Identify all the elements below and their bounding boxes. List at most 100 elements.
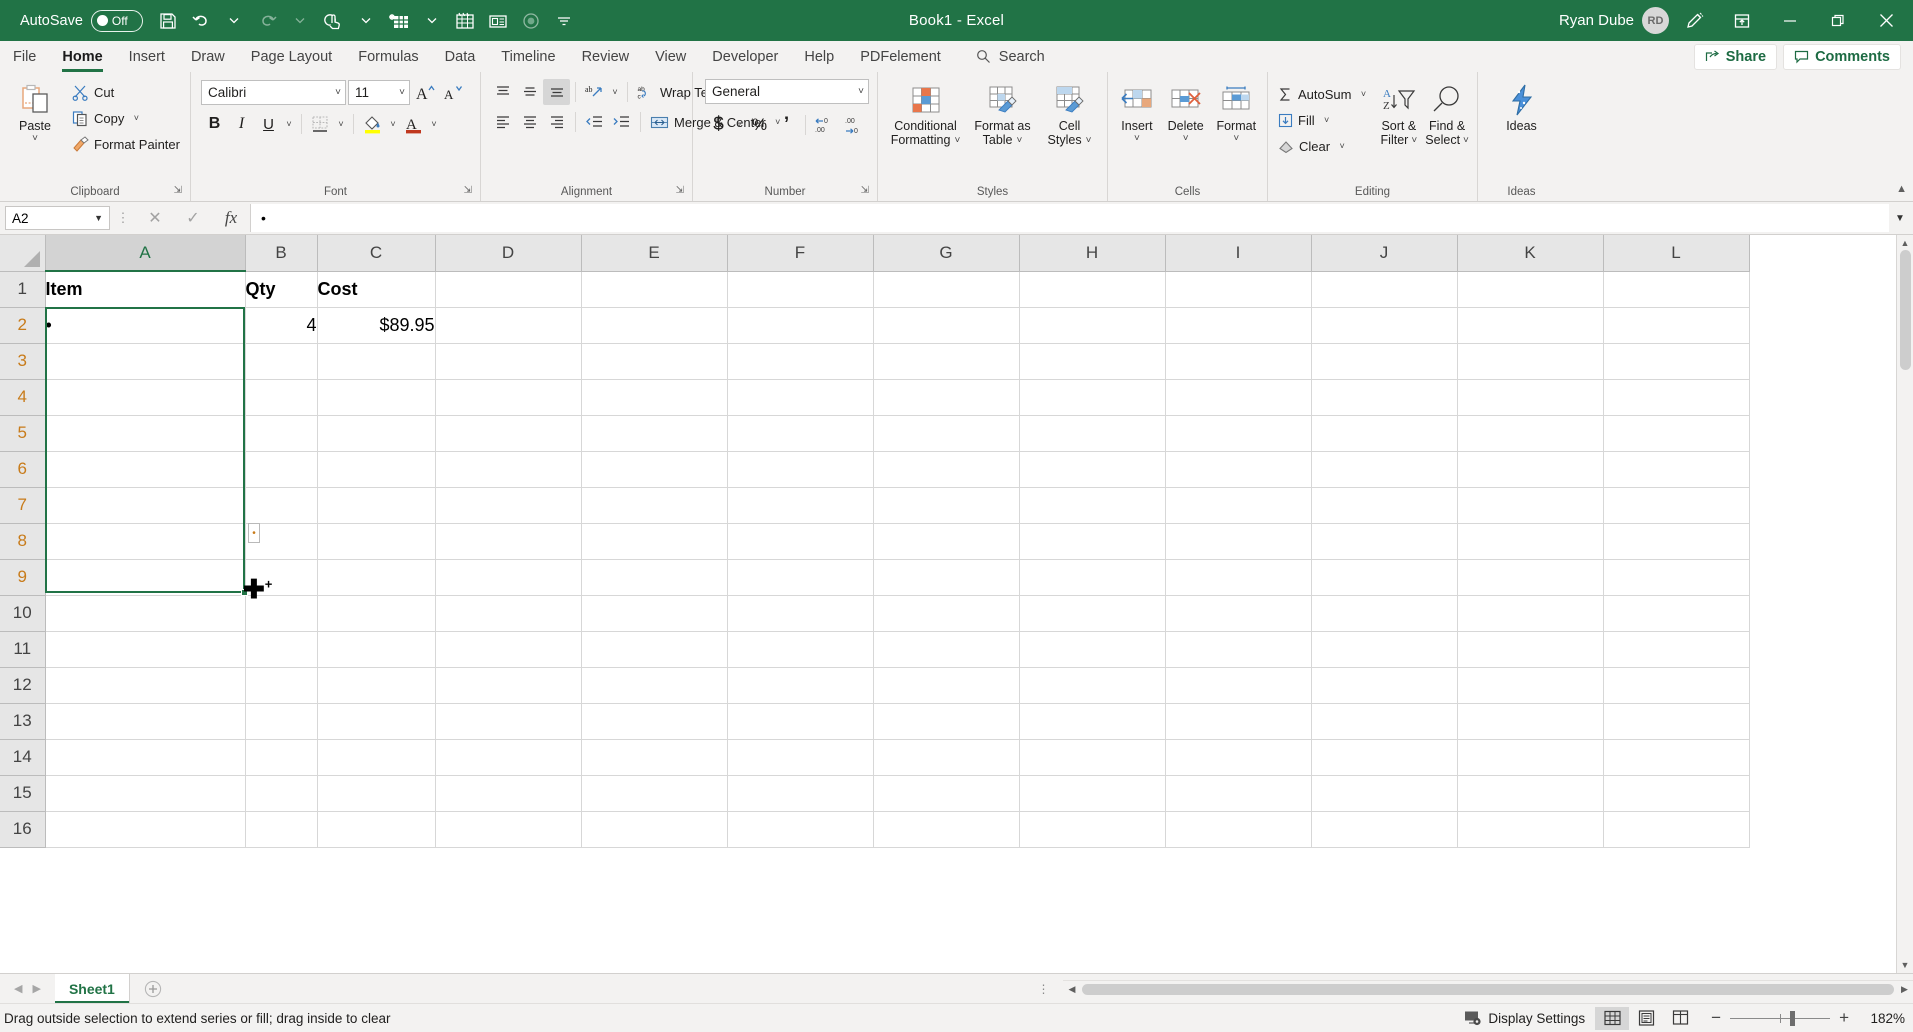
ink-pen-icon[interactable] — [1671, 0, 1717, 41]
cell-H14[interactable] — [1019, 739, 1166, 776]
number-format-select[interactable]: General ˅ — [705, 79, 869, 104]
cell-K13[interactable] — [1457, 703, 1604, 740]
borders-dropdown-icon[interactable]: ˅ — [334, 119, 348, 129]
tab-view[interactable]: View — [642, 41, 699, 72]
row-header-5[interactable]: 5 — [0, 415, 46, 452]
cell-H1[interactable] — [1019, 271, 1166, 308]
cell-G1[interactable] — [873, 271, 1020, 308]
cell-K14[interactable] — [1457, 739, 1604, 776]
cell-C1[interactable]: Cost — [317, 271, 436, 308]
cell-J16[interactable] — [1311, 811, 1458, 848]
cell-L5[interactable] — [1603, 415, 1750, 452]
sheet-nav-arrows[interactable]: ◀ ▶ — [0, 974, 55, 1003]
find-select-button[interactable]: Find & Select ˅ — [1423, 79, 1471, 148]
normal-view-button[interactable] — [1595, 1006, 1630, 1030]
cell-A8[interactable] — [45, 523, 246, 560]
autosave-toggle[interactable]: AutoSave Off — [10, 5, 151, 36]
cell-D1[interactable] — [435, 271, 582, 308]
tab-file[interactable]: File — [0, 41, 49, 72]
row-header-3[interactable]: 3 — [0, 343, 46, 380]
cell-G12[interactable] — [873, 667, 1020, 704]
grid[interactable]: A B C D E F G H I J K L 1 Item Qty Cost 2 • 4 $ — [0, 235, 1896, 973]
cell-C15[interactable] — [317, 775, 436, 812]
format-cells-button[interactable]: Format ˅ — [1212, 79, 1262, 145]
fill-dropdown-icon[interactable]: ˅ — [1320, 115, 1334, 125]
column-header-g[interactable]: G — [873, 235, 1020, 272]
formula-input[interactable]: • — [250, 204, 1889, 232]
row-header-8[interactable]: 8 — [0, 523, 46, 560]
comma-format-icon[interactable]: ’ — [773, 112, 800, 138]
number-format-dropdown-icon[interactable]: ˅ — [850, 86, 864, 97]
cell-J2[interactable] — [1311, 307, 1458, 344]
conditional-formatting-button[interactable]: Conditional Formatting ˅ — [885, 79, 967, 148]
cell-A13[interactable] — [45, 703, 246, 740]
display-settings-button[interactable]: Display Settings — [1454, 1010, 1595, 1026]
align-top-icon[interactable] — [489, 79, 516, 105]
cell-A14[interactable] — [45, 739, 246, 776]
new-table-icon[interactable] — [384, 5, 415, 36]
cell-J10[interactable] — [1311, 595, 1458, 632]
cell-I7[interactable] — [1165, 487, 1312, 524]
decrease-font-size-icon[interactable]: A — [440, 79, 466, 105]
font-dialog-launcher[interactable]: ⇲ — [464, 182, 472, 200]
record-icon[interactable] — [516, 5, 547, 36]
cell-E9[interactable] — [581, 559, 728, 596]
paste-button[interactable]: Paste ˅ — [6, 79, 64, 145]
cell-B13[interactable] — [245, 703, 318, 740]
ideas-button[interactable]: Ideas — [1491, 79, 1553, 133]
cell-K4[interactable] — [1457, 379, 1604, 416]
cell-D7[interactable] — [435, 487, 582, 524]
cell-J14[interactable] — [1311, 739, 1458, 776]
cell-B15[interactable] — [245, 775, 318, 812]
copy-dropdown-icon[interactable]: ˅ — [129, 113, 143, 123]
cell-G7[interactable] — [873, 487, 1020, 524]
align-right-icon[interactable] — [543, 109, 570, 135]
row-header-7[interactable]: 7 — [0, 487, 46, 524]
cell-G5[interactable] — [873, 415, 1020, 452]
cell-I14[interactable] — [1165, 739, 1312, 776]
cell-D5[interactable] — [435, 415, 582, 452]
bold-button[interactable]: B — [201, 111, 228, 137]
ribbon-display-options-icon[interactable] — [1719, 0, 1765, 41]
cell-I4[interactable] — [1165, 379, 1312, 416]
cell-L4[interactable] — [1603, 379, 1750, 416]
column-header-j[interactable]: J — [1311, 235, 1458, 272]
tab-home[interactable]: Home — [49, 41, 115, 72]
cell-H11[interactable] — [1019, 631, 1166, 668]
zoom-out-button[interactable]: − — [1711, 1008, 1721, 1028]
cell-B12[interactable] — [245, 667, 318, 704]
cell-B4[interactable] — [245, 379, 318, 416]
cell-L13[interactable] — [1603, 703, 1750, 740]
cell-J1[interactable] — [1311, 271, 1458, 308]
cell-K12[interactable] — [1457, 667, 1604, 704]
cell-I3[interactable] — [1165, 343, 1312, 380]
page-layout-view-button[interactable] — [1629, 1007, 1663, 1030]
cell-J7[interactable] — [1311, 487, 1458, 524]
cell-D15[interactable] — [435, 775, 582, 812]
cell-I9[interactable] — [1165, 559, 1312, 596]
cell-G2[interactable] — [873, 307, 1020, 344]
cell-A11[interactable] — [45, 631, 246, 668]
format-as-table-dropdown-icon[interactable]: ˅ — [1017, 135, 1023, 147]
scroll-up-arrow-icon[interactable]: ▲ — [1901, 238, 1910, 248]
horizontal-scrollbar[interactable]: ◀ ▶ — [1063, 980, 1913, 997]
cell-F6[interactable] — [727, 451, 874, 488]
form-icon[interactable] — [483, 5, 514, 36]
row-header-6[interactable]: 6 — [0, 451, 46, 488]
cell-G10[interactable] — [873, 595, 1020, 632]
expand-formula-bar-icon[interactable]: ▼ — [1889, 213, 1911, 224]
minimize-button[interactable] — [1767, 0, 1813, 41]
cell-J8[interactable] — [1311, 523, 1458, 560]
tab-insert[interactable]: Insert — [116, 41, 178, 72]
cell-K3[interactable] — [1457, 343, 1604, 380]
cell-E1[interactable] — [581, 271, 728, 308]
column-header-c[interactable]: C — [317, 235, 436, 272]
cell-K11[interactable] — [1457, 631, 1604, 668]
cell-J5[interactable] — [1311, 415, 1458, 452]
tab-page-layout[interactable]: Page Layout — [238, 41, 345, 72]
close-button[interactable] — [1863, 0, 1909, 41]
cell-J3[interactable] — [1311, 343, 1458, 380]
font-size-dropdown-icon[interactable]: ˅ — [391, 87, 405, 98]
cell-C3[interactable] — [317, 343, 436, 380]
increase-indent-icon[interactable] — [608, 109, 635, 135]
